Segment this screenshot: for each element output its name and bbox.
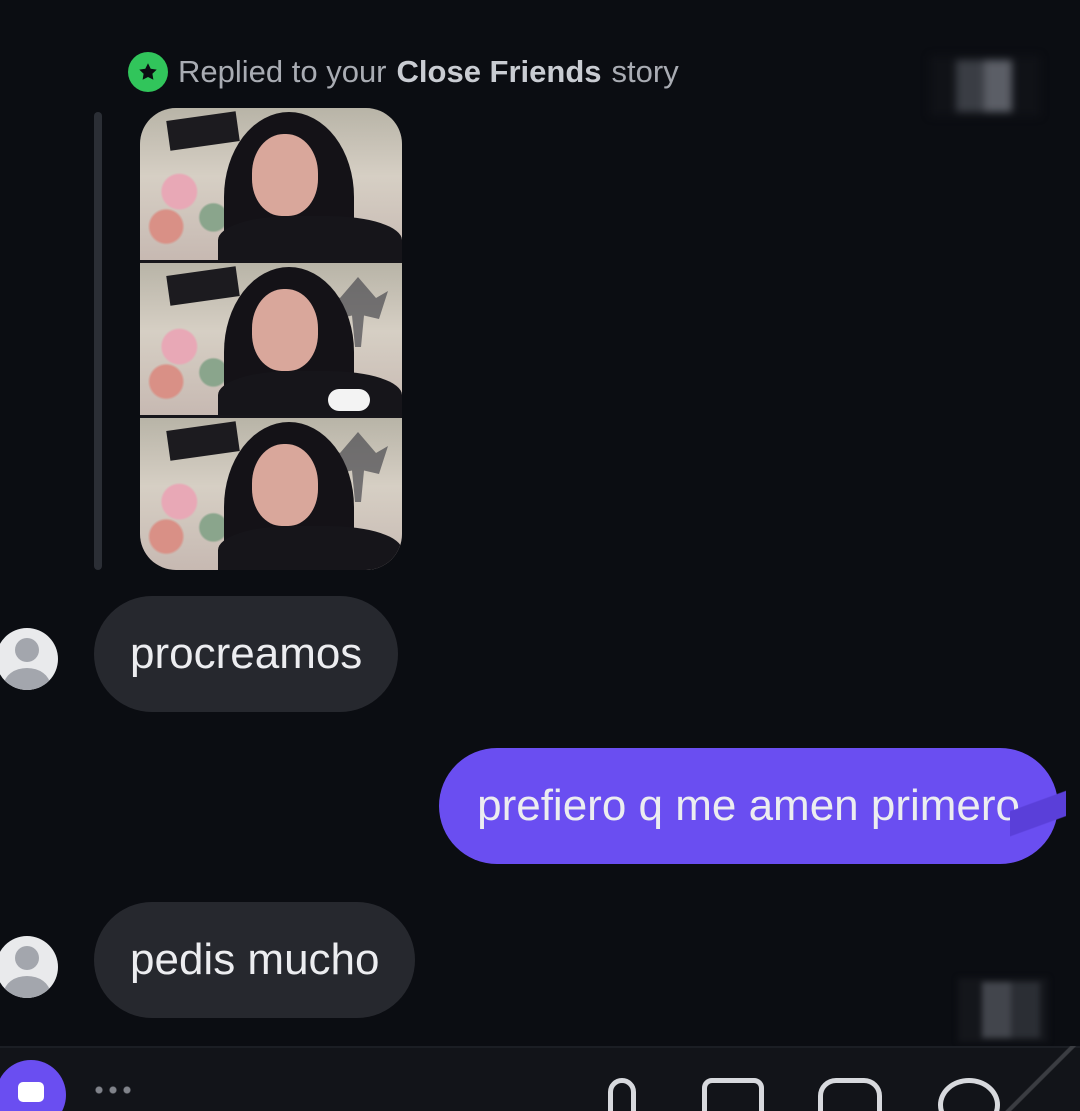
story-sticker (166, 111, 240, 151)
story-face (252, 444, 318, 526)
camera-icon[interactable] (0, 1060, 66, 1111)
plus-icon[interactable] (938, 1078, 1000, 1111)
composer-input-placeholder[interactable] (92, 1086, 132, 1094)
sender-avatar[interactable] (0, 936, 58, 998)
reply-suffix: story (611, 54, 679, 89)
cloud-sticker (328, 389, 370, 411)
story-torso (218, 371, 402, 415)
story-torso (218, 216, 402, 260)
close-friends-star-icon (128, 52, 168, 92)
pixelated-block (982, 982, 1040, 1038)
outgoing-message-bubble[interactable]: prefiero q me amen primero (439, 748, 1058, 864)
outgoing-bubble-edge (1010, 760, 1066, 866)
microphone-icon[interactable] (608, 1078, 636, 1111)
story-preview-thumbnail[interactable] (140, 108, 402, 570)
story-face (252, 289, 318, 371)
pixelated-block (956, 60, 1012, 112)
reply-prefix: Replied to your (178, 54, 387, 89)
avatar-head (15, 638, 39, 662)
incoming-message-bubble[interactable]: procreamos (94, 596, 399, 712)
sticker-icon[interactable] (818, 1078, 882, 1111)
story-photo-3 (140, 418, 402, 570)
incoming-message-bubble[interactable]: pedis mucho (94, 902, 416, 1018)
close-friends-label: Close Friends (396, 54, 602, 89)
story-face (252, 134, 318, 216)
story-torso (218, 526, 402, 570)
story-photo-2 (140, 263, 402, 418)
story-sticker (166, 266, 240, 306)
screenshot-edge-mark (1000, 1046, 1080, 1111)
story-reply-header: Replied to your Close Friends story (128, 48, 679, 96)
censored-area-top (930, 56, 1040, 116)
dm-thread: Replied to your Close Friends story proc… (0, 0, 1080, 1111)
gallery-icon[interactable] (702, 1078, 764, 1111)
reply-quote-bar (94, 112, 102, 570)
story-photo-1 (140, 108, 402, 263)
avatar-head (15, 946, 39, 970)
censored-area-bottom (958, 978, 1048, 1042)
message-composer (0, 1046, 1080, 1111)
sender-avatar[interactable] (0, 628, 58, 690)
avatar-body (4, 668, 50, 690)
story-sticker (166, 421, 240, 461)
avatar-body (4, 976, 50, 998)
